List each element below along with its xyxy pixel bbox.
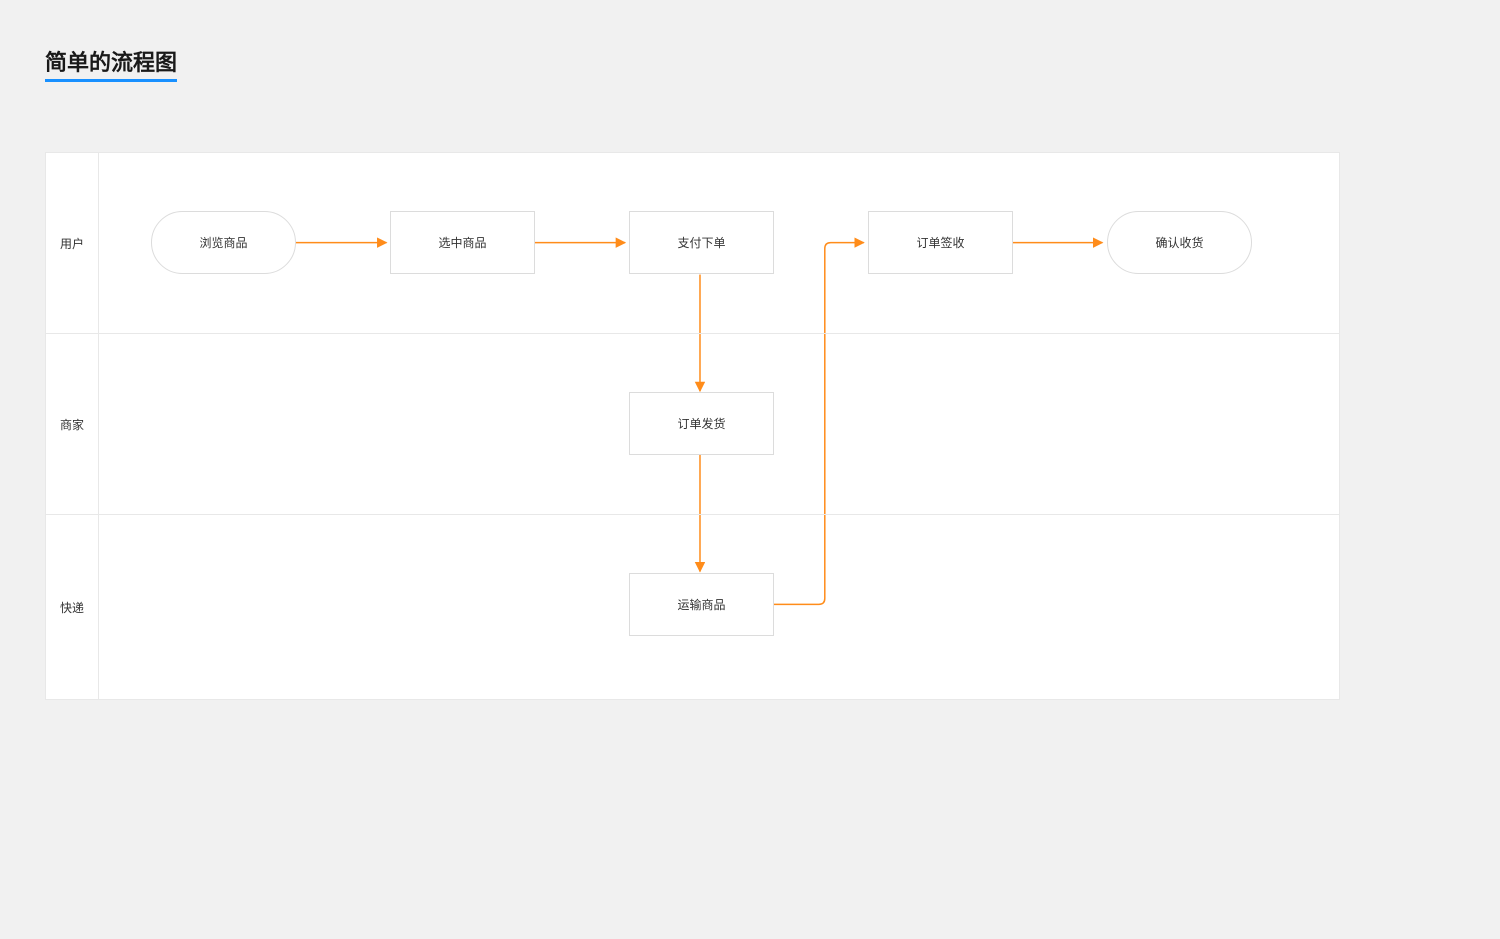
lane-courier-body: 运输商品 [99,515,1339,699]
lane-user: 用户 浏览商品 选中商品 支付下单 订单签收 确认收货 [46,153,1339,334]
lane-courier: 快递 运输商品 [46,515,1339,699]
lane-user-label: 用户 [46,153,99,333]
node-pay[interactable]: 支付下单 [629,211,774,274]
node-sign[interactable]: 订单签收 [868,211,1013,274]
lane-courier-label: 快递 [46,515,99,699]
flowchart-container: 用户 浏览商品 选中商品 支付下单 订单签收 确认收货 商家 订单发货 快递 运… [45,152,1340,700]
node-select[interactable]: 选中商品 [390,211,535,274]
lane-merchant-label: 商家 [46,334,99,514]
node-confirm[interactable]: 确认收货 [1107,211,1252,274]
lane-merchant-body: 订单发货 [99,334,1339,514]
node-ship[interactable]: 订单发货 [629,392,774,455]
lane-user-body: 浏览商品 选中商品 支付下单 订单签收 确认收货 [99,153,1339,333]
lane-merchant: 商家 订单发货 [46,334,1339,515]
page-title: 简单的流程图 [45,45,177,82]
node-transport[interactable]: 运输商品 [629,573,774,636]
node-browse[interactable]: 浏览商品 [151,211,296,274]
